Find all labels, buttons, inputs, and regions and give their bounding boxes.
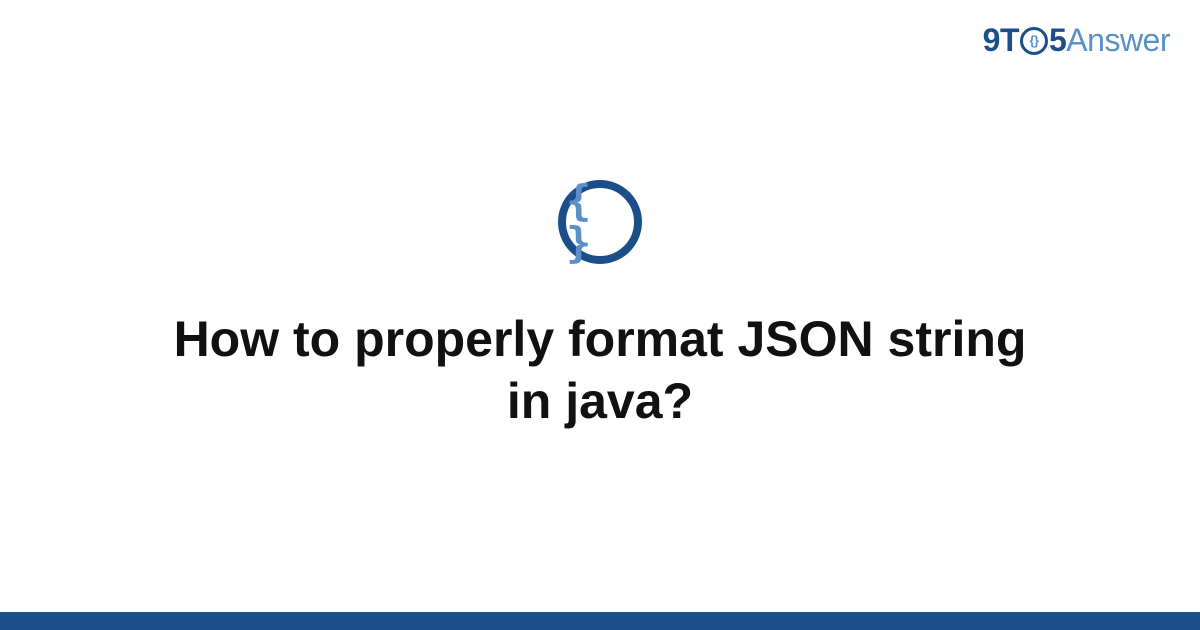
braces-glyph: { }: [566, 180, 634, 264]
json-braces-icon: { }: [558, 180, 642, 264]
main-content: { } How to properly format JSON string i…: [0, 0, 1200, 612]
page-title: How to properly format JSON string in ja…: [160, 308, 1040, 433]
footer-bar: [0, 612, 1200, 630]
